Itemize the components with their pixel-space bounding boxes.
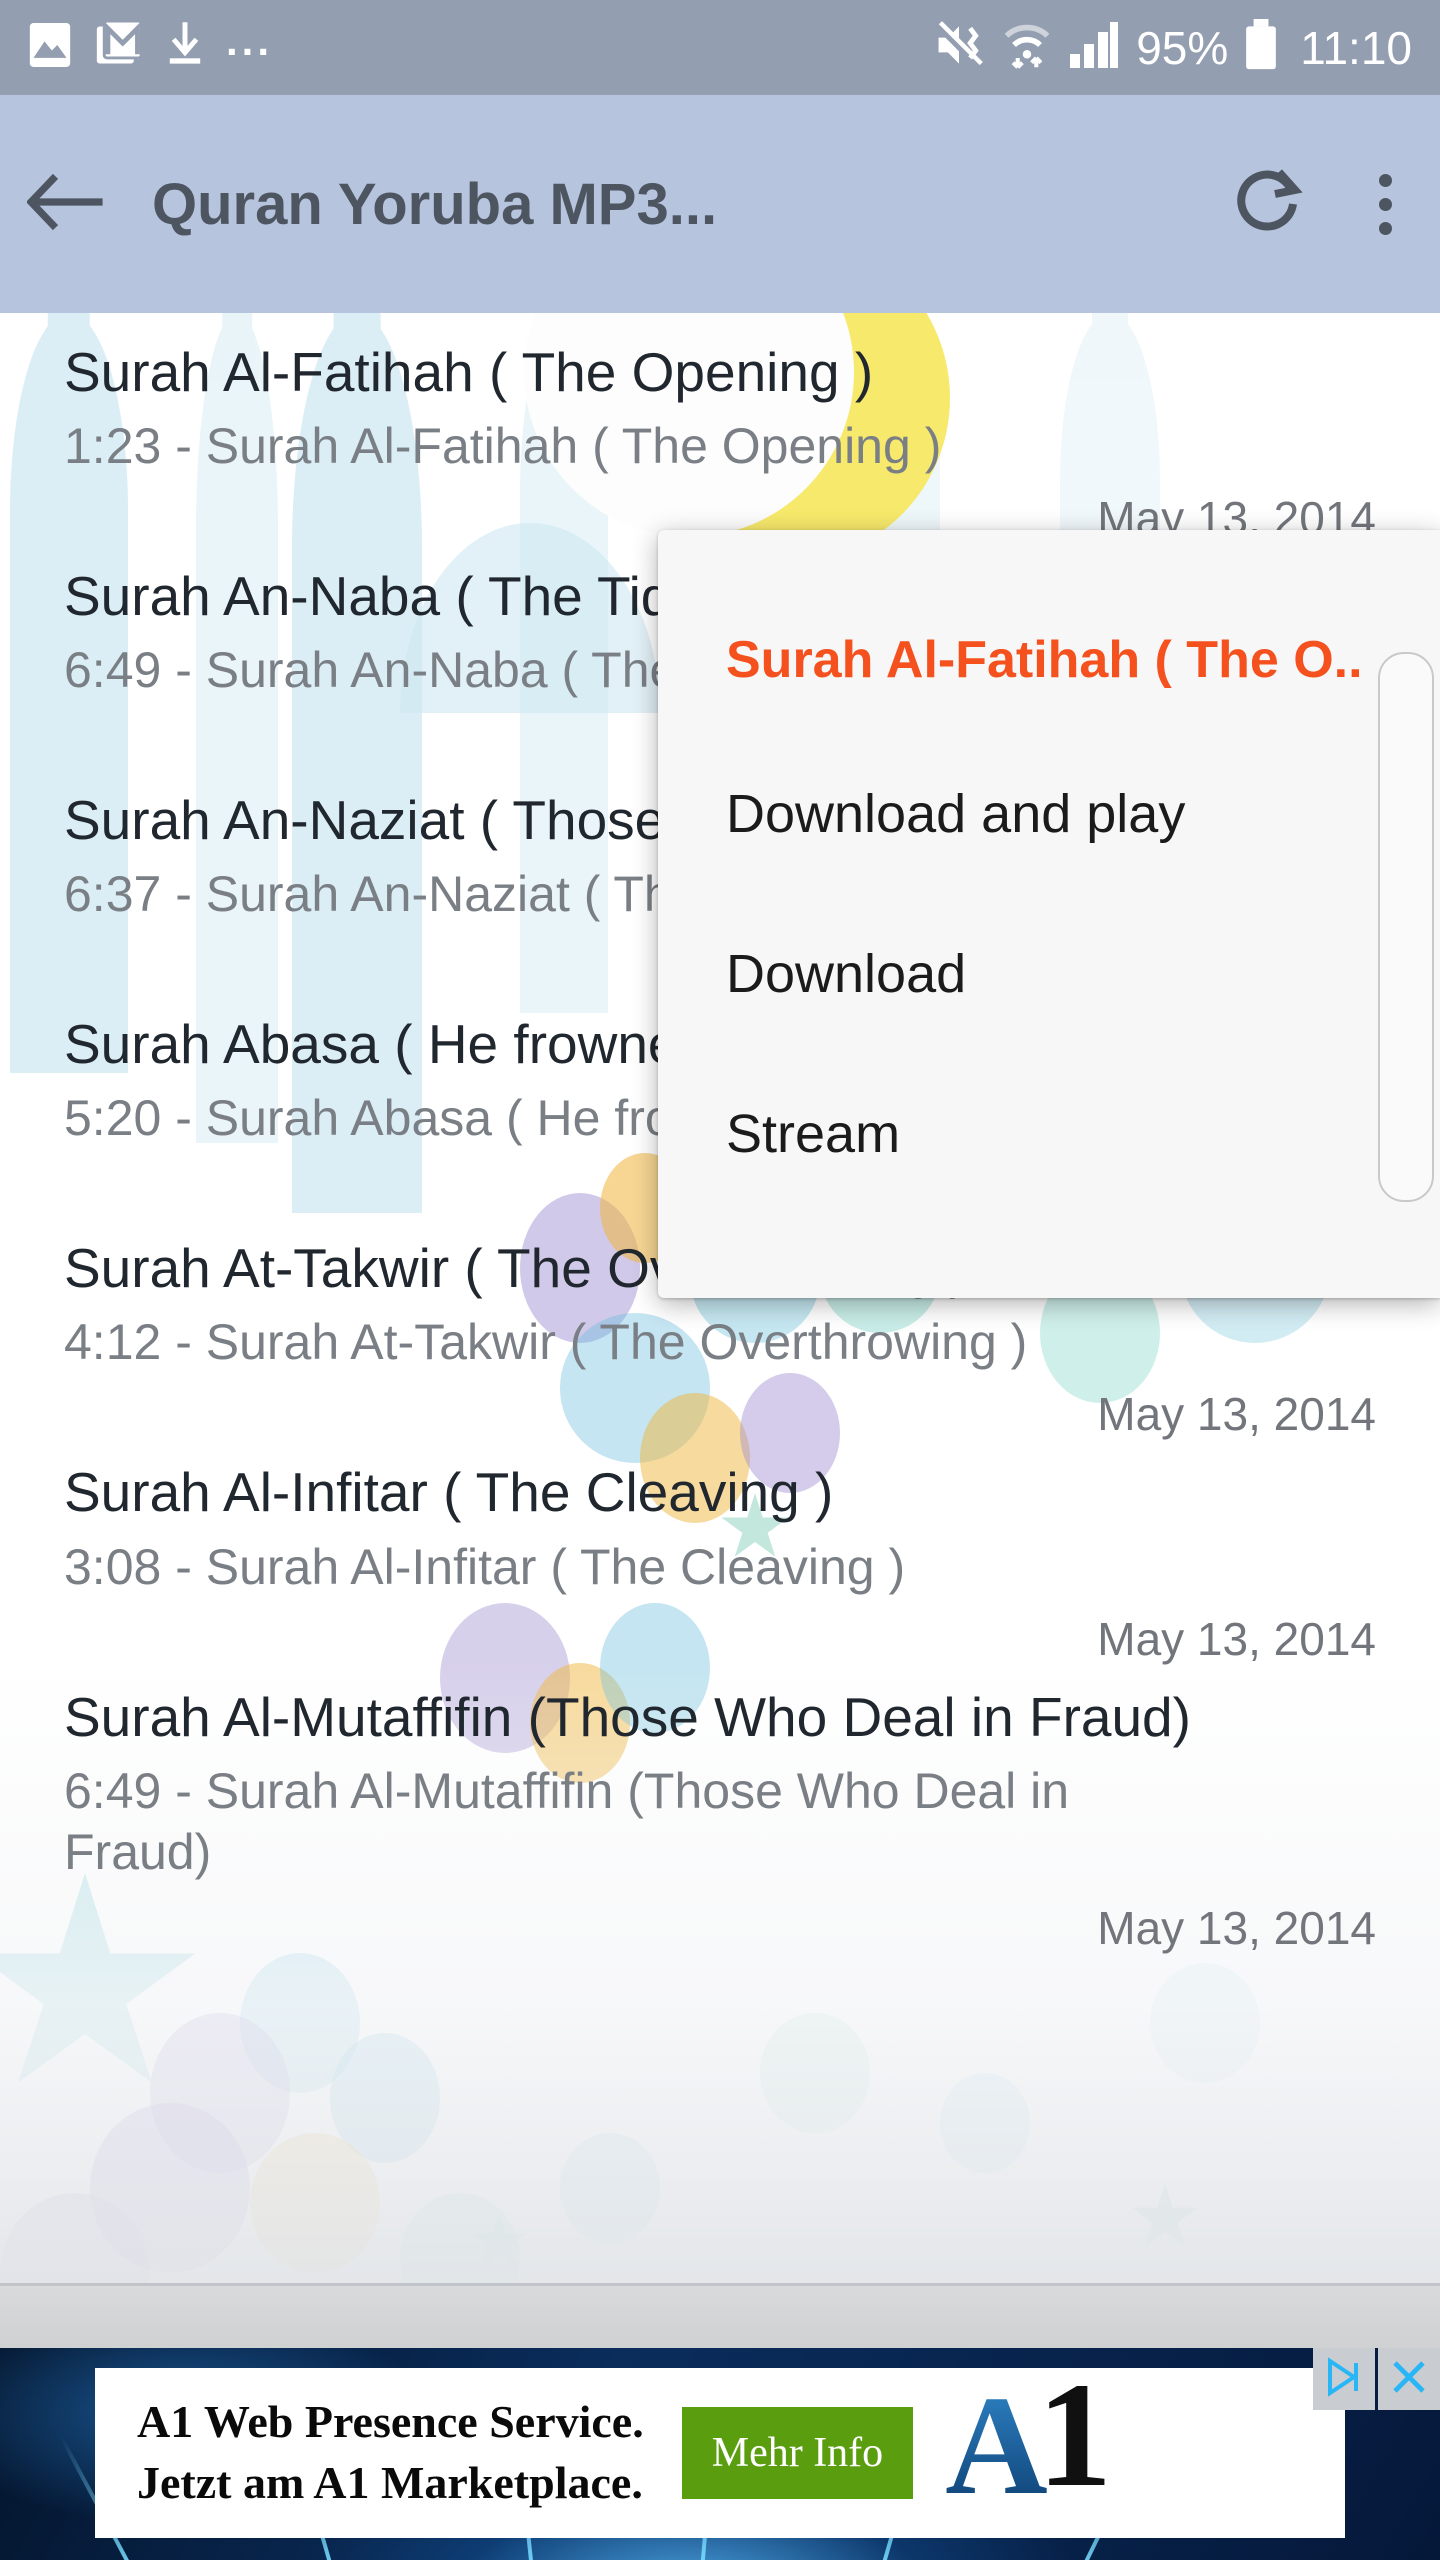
menu-item-stream[interactable]: Stream xyxy=(726,1005,1440,1165)
bubble-shape xyxy=(560,2133,660,2243)
refresh-icon xyxy=(1235,166,1305,243)
battery-icon xyxy=(1244,19,1278,76)
ad-close-button[interactable] xyxy=(1378,2348,1440,2410)
bubble-shape xyxy=(0,2193,150,2283)
list-item[interactable]: Surah Al-Mutaffifin (Those Who Deal in F… xyxy=(0,1666,1440,1955)
mute-vibrate-icon xyxy=(932,19,986,76)
status-bar-left-icons: ... xyxy=(28,16,274,74)
track-subtitle: 3:08 - Surah Al-Infitar ( The Cleaving ) xyxy=(64,1538,906,1595)
track-subtitle: 1:23 - Surah Al-Fatihah ( The Opening ) xyxy=(64,418,942,475)
refresh-button[interactable] xyxy=(1210,166,1330,243)
adchoices-icon xyxy=(1324,2356,1364,2402)
status-bar: ... 95% 11:10 xyxy=(0,0,1440,95)
ad-headline-line1: A1 Web Presence Service. xyxy=(137,2396,644,2448)
ad-logo-digit: 1 xyxy=(1037,2352,1113,2518)
gmail-icon xyxy=(94,19,144,74)
star-shape xyxy=(1131,2183,1199,2247)
content-divider xyxy=(0,2283,1440,2286)
status-bar-right-icons: 95% 11:10 xyxy=(932,19,1412,76)
download-icon xyxy=(166,22,204,73)
adchoices-button[interactable] xyxy=(1313,2348,1375,2410)
image-icon xyxy=(28,21,72,74)
list-item[interactable]: Surah Al-Infitar ( The Cleaving ) 3:08 -… xyxy=(0,1441,1440,1665)
bubble-shape xyxy=(240,1953,360,2093)
dialog-scrollbar[interactable] xyxy=(1378,652,1434,1202)
overflow-menu-icon xyxy=(1378,173,1392,187)
dialog-title: Surah Al-Fatihah ( The O.. xyxy=(726,631,1363,689)
wifi-icon xyxy=(1002,19,1052,76)
overflow-dot-3 xyxy=(1378,221,1392,235)
track-options-dialog: Surah Al-Fatihah ( The O.. Download and … xyxy=(658,530,1440,1298)
ad-controls xyxy=(1313,2348,1440,2410)
bubble-shape xyxy=(940,2073,1030,2173)
ad-logo: A 1 xyxy=(943,2360,1112,2528)
page-title: Quran Yoruba MP3... xyxy=(152,171,718,237)
ad-content-card[interactable]: A1 Web Presence Service. Jetzt am A1 Mar… xyxy=(95,2360,1345,2538)
battery-percent-label: 95% xyxy=(1136,21,1229,74)
ad-banner[interactable]: A1 Web Presence Service. Jetzt am A1 Mar… xyxy=(0,2348,1440,2560)
bubble-shape xyxy=(250,2133,380,2273)
overflow-dot-2 xyxy=(1378,197,1392,211)
track-subtitle: 4:12 - Surah At-Takwir ( The Overthrowin… xyxy=(64,1314,1028,1371)
track-title: Surah Al-Mutaffifin (Those Who Deal in F… xyxy=(64,1685,1191,1748)
bubble-shape xyxy=(90,2103,250,2273)
ad-text-block: A1 Web Presence Service. Jetzt am A1 Mar… xyxy=(95,2392,644,2513)
bubble-shape xyxy=(1150,1963,1260,2083)
track-date: May 13, 2014 xyxy=(1097,1901,1376,1954)
ad-headline-line2: Jetzt am A1 Marketplace. xyxy=(137,2457,643,2508)
bubble-shape xyxy=(150,2013,290,2173)
bubble-shape xyxy=(400,2193,520,2283)
back-arrow-icon xyxy=(26,171,103,238)
app-bar: Quran Yoruba MP3... xyxy=(0,95,1440,313)
overflow-menu-button[interactable] xyxy=(1330,173,1440,235)
star-shape xyxy=(471,2213,527,2266)
signal-icon xyxy=(1068,20,1120,75)
track-date: May 13, 2014 xyxy=(1097,1612,1376,1665)
ad-logo-letter: A xyxy=(945,2366,1048,2524)
track-title: Surah Al-Infitar ( The Cleaving ) xyxy=(64,1461,834,1524)
list-item[interactable]: Surah Al-Fatihah ( The Opening ) 1:23 - … xyxy=(0,321,1440,545)
back-button[interactable] xyxy=(0,171,130,238)
track-date: May 13, 2014 xyxy=(1097,1388,1376,1441)
menu-item-download-and-play[interactable]: Download and play xyxy=(726,690,1440,845)
ad-cta-button[interactable]: Mehr Info xyxy=(681,2407,914,2499)
bubble-shape xyxy=(760,2013,870,2133)
track-subtitle: 6:49 - Surah Al-Mutaffifin (Those Who De… xyxy=(64,1762,1070,1880)
bubble-shape xyxy=(330,2033,440,2163)
clock-label: 11:10 xyxy=(1300,21,1412,74)
more-notifications-icon: ... xyxy=(226,16,274,64)
ad-gap-strip xyxy=(0,2286,1440,2348)
close-icon xyxy=(1389,2357,1429,2402)
menu-item-download[interactable]: Download xyxy=(726,845,1440,1005)
track-title: Surah Al-Fatihah ( The Opening ) xyxy=(64,341,874,403)
